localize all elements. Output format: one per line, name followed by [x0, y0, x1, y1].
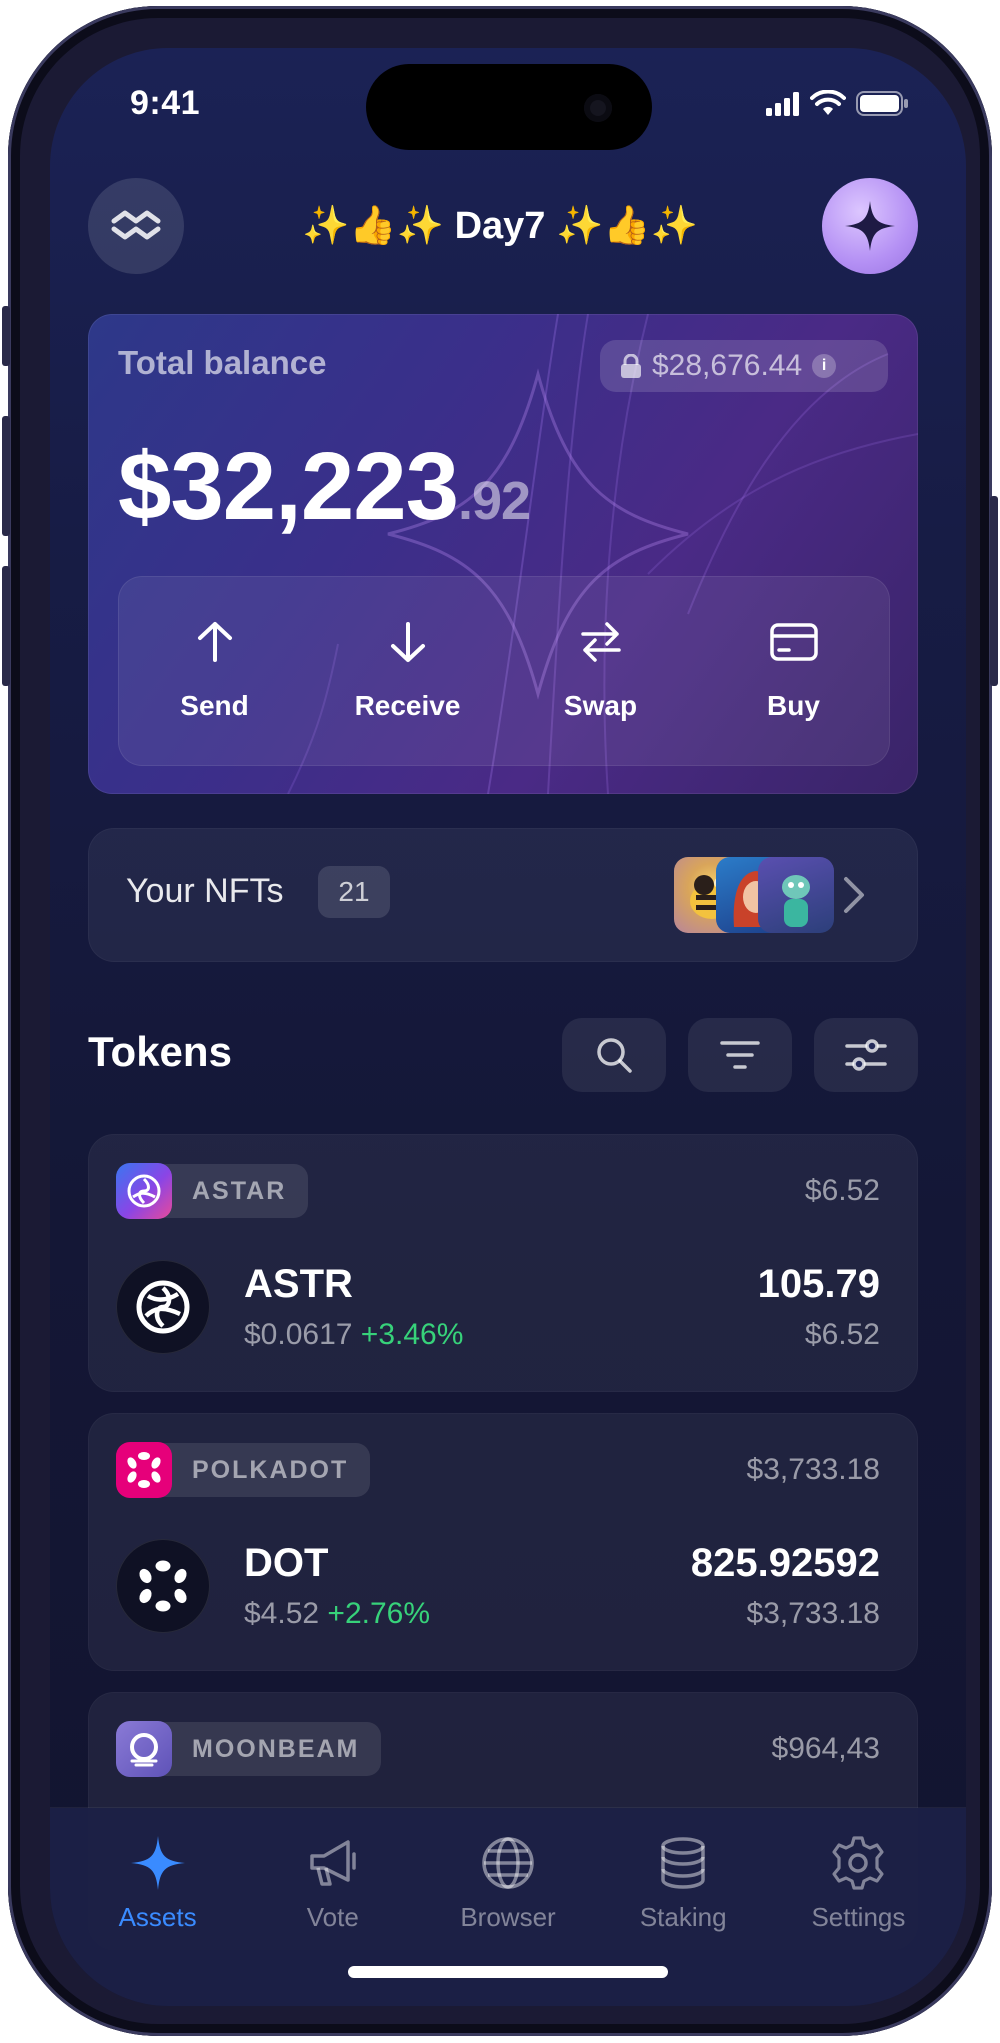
token-symbol: DOT — [244, 1541, 329, 1585]
moonbeam-mark — [130, 1733, 158, 1767]
buy-label: Buy — [767, 690, 820, 721]
chain-pill: POLKADOT — [116, 1442, 371, 1498]
nav-label: Settings — [811, 1902, 906, 1932]
swap-label: Swap — [563, 690, 638, 721]
locked-balance-pill[interactable]: $28,676.44 i — [600, 340, 888, 392]
home-indicator[interactable] — [348, 1966, 668, 1978]
receive-button[interactable]: Receive — [311, 576, 504, 766]
token-symbol: ASTR — [244, 1262, 353, 1306]
tokens-title: Tokens — [88, 1028, 232, 1075]
chevron-right-icon — [844, 877, 864, 913]
locked-balance-amount: $28,676.44 — [652, 349, 803, 382]
nav-label: Browser — [460, 1902, 556, 1932]
nfts-count-badge: 21 — [318, 866, 390, 918]
send-button[interactable]: Send — [118, 576, 311, 766]
total-balance-label: Total balance — [118, 344, 327, 381]
receive-label: Receive — [354, 690, 461, 721]
app-screen: 9:41 ✨👍✨ Day7 ✨👍✨ Total balance $28,676.… — [50, 48, 966, 2006]
power-button — [990, 496, 998, 686]
sliders-icon — [845, 1039, 887, 1071]
database-icon — [661, 1837, 705, 1889]
astar-mark — [127, 1174, 161, 1208]
nav-label: Staking — [639, 1902, 727, 1932]
astar-logo-icon — [116, 1163, 172, 1219]
nfts-row[interactable]: Your NFTs 21 — [88, 828, 918, 962]
token-change: +2.76% — [327, 1597, 431, 1630]
chain-name: ASTAR — [192, 1176, 287, 1205]
nav-item-settings[interactable]: Settings — [771, 1808, 946, 2006]
action-button — [2, 306, 10, 366]
token-fiat-value: $3,733.18 — [746, 1597, 880, 1630]
header-title: ✨👍✨ Day7 ✨👍✨ — [302, 205, 698, 247]
character-art — [782, 875, 810, 927]
polkadot-logo-icon — [116, 1442, 172, 1498]
phone-frame: 9:41 ✨👍✨ Day7 ✨👍✨ Total balance $28,676.… — [2, 6, 998, 2036]
chain-name: MOONBEAM — [192, 1734, 360, 1763]
gear-icon — [832, 1836, 885, 1890]
wallet-logo-button[interactable] — [88, 178, 184, 274]
volume-down-button — [2, 566, 10, 686]
chain-value: $6.52 — [804, 1174, 880, 1207]
send-label: Send — [180, 690, 249, 721]
token-price: $4.52 +2.76% — [244, 1597, 430, 1631]
dot-mark — [139, 1560, 187, 1612]
nav-item-assets[interactable]: Assets — [70, 1808, 245, 2006]
sort-icon — [720, 1041, 760, 1069]
chain-name: POLKADOT — [192, 1455, 349, 1484]
nav-label: Assets — [118, 1902, 197, 1932]
battery-icon — [856, 91, 908, 116]
total-balance-amount: $32,223.92 — [118, 432, 531, 542]
chain-value: $3,733.18 — [746, 1453, 880, 1486]
swap-icon — [580, 622, 621, 662]
info-icon[interactable]: i — [812, 354, 837, 378]
card-icon — [769, 623, 818, 661]
nft-thumbnail-character — [758, 857, 834, 933]
astr-mark — [136, 1280, 190, 1334]
token-change: +3.46% — [360, 1318, 464, 1351]
buy-button[interactable]: Buy — [697, 576, 890, 766]
astr-token-icon — [116, 1260, 210, 1354]
filter-button[interactable] — [814, 1018, 918, 1092]
token-unit-price: $4.52 — [244, 1597, 320, 1630]
signal-icon — [766, 92, 799, 116]
search-button[interactable] — [562, 1018, 666, 1092]
balance-card: Total balance $28,676.44 i $32,223.92 Se… — [88, 314, 918, 794]
status-time: 9:41 — [130, 84, 201, 122]
token-fiat-value: $6.52 — [804, 1318, 880, 1351]
rewards-button[interactable] — [822, 178, 918, 274]
quick-actions: Send Receive Swap Buy — [118, 576, 890, 766]
megaphone-icon — [310, 1840, 356, 1886]
chain-pill: ASTAR — [116, 1163, 309, 1219]
sparkle-star-icon — [845, 201, 895, 251]
token-amount: 825.92592 — [690, 1541, 880, 1585]
token-card[interactable]: POLKADOT $3,733.18 DOT $4.52 +2.76% 825.… — [88, 1413, 918, 1671]
chain-pill: MOONBEAM — [116, 1721, 382, 1777]
token-card[interactable]: ASTAR $6.52 ASTR $0.0617 +3.46% 105.79 $… — [88, 1134, 918, 1392]
token-price: $0.0617 +3.46% — [244, 1318, 463, 1352]
lock-icon — [621, 354, 641, 378]
token-unit-price: $0.0617 — [244, 1318, 353, 1351]
globe-icon — [482, 1837, 534, 1889]
wifi-icon — [810, 90, 846, 115]
nav-label: Vote — [306, 1902, 359, 1932]
swap-button[interactable]: Swap — [504, 576, 697, 766]
arrow-up-icon — [197, 622, 232, 662]
search-icon — [597, 1038, 632, 1073]
nfts-label: Your NFTs — [126, 872, 284, 910]
moonbeam-logo-icon — [116, 1721, 172, 1777]
balance-cents: .92 — [458, 471, 531, 531]
chain-value: $964,43 — [771, 1732, 880, 1765]
sort-button[interactable] — [688, 1018, 792, 1092]
volume-up-button — [2, 416, 10, 536]
front-camera — [584, 94, 612, 122]
wave-logo-icon — [111, 210, 161, 240]
token-amount: 105.79 — [757, 1262, 880, 1306]
sparkle-icon — [130, 1836, 185, 1890]
arrow-down-icon — [390, 622, 425, 662]
dot-token-icon — [116, 1539, 210, 1633]
balance-main: $32,223 — [118, 433, 459, 540]
polkadot-mark — [127, 1452, 161, 1488]
